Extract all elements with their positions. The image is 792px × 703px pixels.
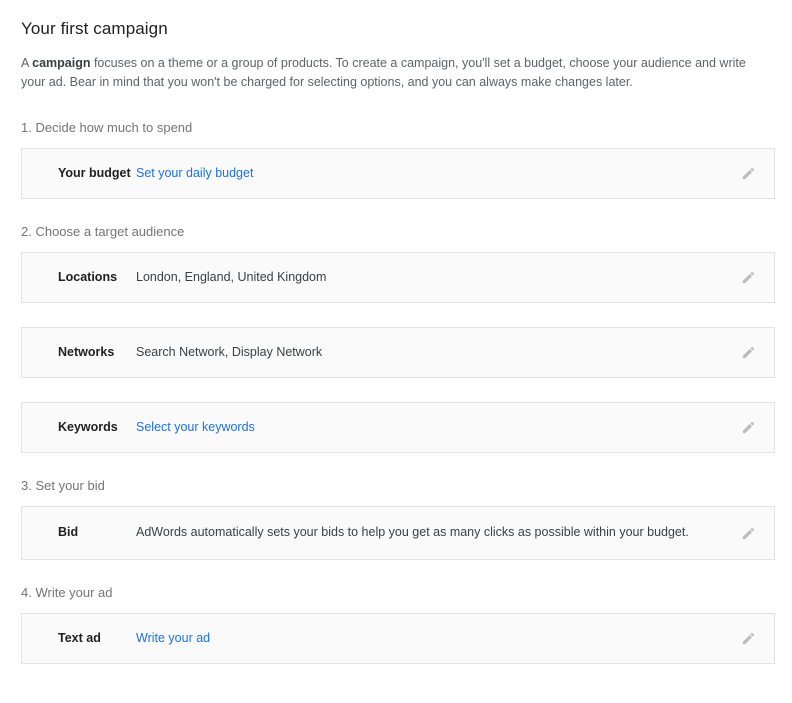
setting-value-text: AdWords automatically sets your bids to … [136, 523, 774, 542]
intro-rest: focuses on a theme or a group of product… [21, 56, 746, 89]
setting-value-link[interactable]: Write your ad [136, 629, 774, 648]
setting-label: Your budget [22, 164, 136, 183]
edit-button[interactable] [738, 268, 758, 288]
setting-value-text: London, England, United Kingdom [136, 268, 774, 287]
page-title: Your first campaign [21, 18, 775, 40]
setting-card: NetworksSearch Network, Display Network [21, 327, 775, 378]
edit-button[interactable] [738, 343, 758, 363]
setting-label: Text ad [22, 629, 136, 648]
pencil-icon [741, 526, 756, 541]
edit-button[interactable] [738, 523, 758, 543]
section-2: 2. Choose a target audience LocationsLond… [21, 223, 775, 453]
pencil-icon [741, 270, 756, 285]
section-heading: 1. Decide how much to spend [21, 119, 775, 136]
section-4: 4. Write your ad Text adWrite your ad [21, 584, 775, 664]
setting-label: Keywords [22, 418, 136, 437]
pencil-icon [741, 345, 756, 360]
section-heading: 2. Choose a target audience [21, 223, 775, 240]
setting-value-link[interactable]: Select your keywords [136, 418, 774, 437]
setting-value-text: Search Network, Display Network [136, 343, 774, 362]
section-3: 3. Set your bid BidAdWords automatically … [21, 477, 775, 560]
setting-label: Locations [22, 268, 136, 287]
section-heading: 3. Set your bid [21, 477, 775, 494]
setting-card: LocationsLondon, England, United Kingdom [21, 252, 775, 303]
pencil-icon [741, 420, 756, 435]
pencil-icon [741, 631, 756, 646]
edit-button[interactable] [738, 418, 758, 438]
pencil-icon [741, 166, 756, 181]
setting-card: BidAdWords automatically sets your bids … [21, 506, 775, 560]
section-heading: 4. Write your ad [21, 584, 775, 601]
setting-card: Text adWrite your ad [21, 613, 775, 664]
setting-value-link[interactable]: Set your daily budget [136, 164, 774, 183]
edit-button[interactable] [738, 629, 758, 649]
intro-bold-term: campaign [32, 56, 90, 70]
campaign-setup-page: Your first campaign A campaign focuses o… [0, 0, 792, 664]
edit-button[interactable] [738, 164, 758, 184]
setting-label: Bid [22, 523, 136, 542]
page-intro-paragraph: A campaign focuses on a theme or a group… [21, 54, 751, 92]
setting-label: Networks [22, 343, 136, 362]
intro-prefix: A [21, 56, 32, 70]
setting-card: KeywordsSelect your keywords [21, 402, 775, 453]
section-1: 1. Decide how much to spend Your budgetSe… [21, 119, 775, 199]
sections-container: 1. Decide how much to spendYour budgetSe… [21, 119, 775, 664]
setting-card: Your budgetSet your daily budget [21, 148, 775, 199]
